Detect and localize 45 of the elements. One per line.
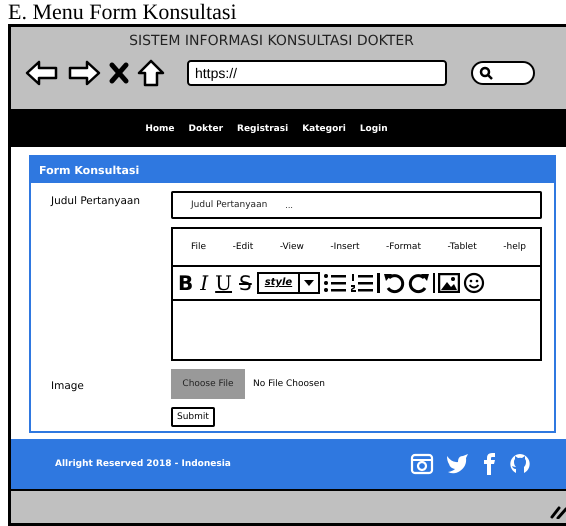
footer-text: Allright Reserved 2018 - Indonesia xyxy=(55,459,231,469)
menu-item[interactable]: -View xyxy=(280,242,304,252)
search-field[interactable] xyxy=(471,61,535,85)
file-status-text: No File Choosen xyxy=(253,379,325,389)
style-dropdown[interactable]: style xyxy=(256,272,320,294)
menu-item[interactable]: -Tablet xyxy=(448,242,477,252)
search-icon xyxy=(479,66,493,80)
close-icon[interactable] xyxy=(109,62,129,84)
camera-icon[interactable] xyxy=(410,453,434,475)
redo-icon[interactable] xyxy=(408,272,430,294)
italic-button[interactable]: I xyxy=(198,272,210,294)
smiley-icon[interactable] xyxy=(463,272,486,294)
resize-grip-icon[interactable] xyxy=(550,505,566,519)
window-title: SISTEM INFORMASI KONSULTASI DOKTER xyxy=(128,32,415,49)
menu-item[interactable]: -Format xyxy=(386,242,421,252)
field-label: Judul Pertanyaan xyxy=(50,194,142,207)
nav-link[interactable]: Home xyxy=(145,124,175,134)
url-field[interactable]: https:// xyxy=(187,60,447,86)
bold-button[interactable]: B xyxy=(176,272,196,294)
nav-link[interactable]: Dokter xyxy=(188,124,224,134)
nav-link[interactable]: Registrasi xyxy=(237,124,288,134)
underline-button[interactable]: U xyxy=(213,272,234,294)
section-caption: E. Menu Form Konsultasi xyxy=(7,0,238,24)
submit-button[interactable]: Submit xyxy=(171,407,215,427)
input-field[interactable]: Judul Pertanyaan ... xyxy=(171,191,542,219)
image-icon[interactable] xyxy=(438,273,460,293)
choose-file-button[interactable]: Choose File xyxy=(171,369,245,399)
menu-item[interactable]: -Edit xyxy=(232,242,254,252)
bullet-list-icon[interactable] xyxy=(323,272,348,294)
nav-link[interactable]: Kategori xyxy=(302,124,346,134)
text-editor[interactable]: File -Edit -View -Insert -Format -Tablet -help B I U S style xyxy=(171,227,542,361)
facebook-icon[interactable] xyxy=(482,452,496,476)
menu-item[interactable]: File xyxy=(191,242,206,252)
menu-item[interactable]: -Insert xyxy=(330,242,360,252)
back-arrow-icon[interactable] xyxy=(25,60,59,86)
strikethrough-button[interactable]: S xyxy=(237,272,254,294)
numbered-list-icon[interactable] xyxy=(350,272,374,294)
forward-arrow-icon[interactable] xyxy=(67,60,101,86)
bird-icon[interactable] xyxy=(446,453,470,475)
undo-icon[interactable] xyxy=(382,272,405,294)
field-label: Image xyxy=(50,379,85,392)
github-icon[interactable] xyxy=(508,452,532,476)
nav-link[interactable]: Login xyxy=(360,124,388,134)
menu-item[interactable]: -help xyxy=(503,242,526,252)
panel-title: Form Konsultasi xyxy=(39,164,140,176)
